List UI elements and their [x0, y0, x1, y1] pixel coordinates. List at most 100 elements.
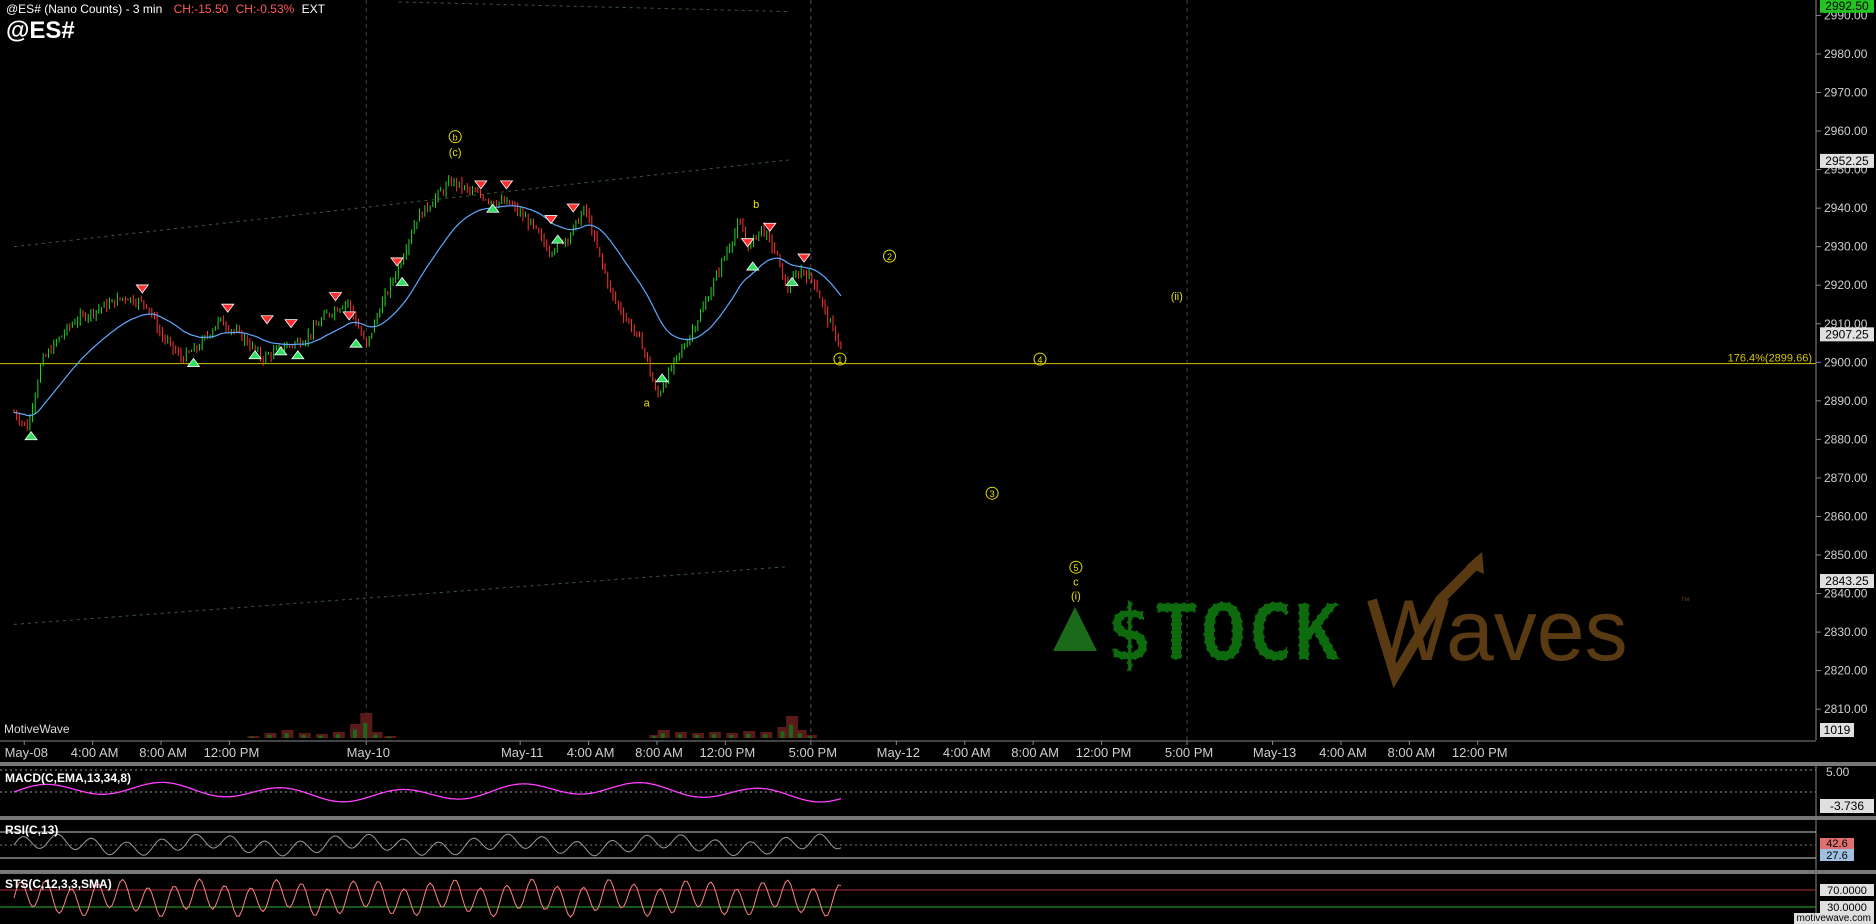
- time-tick-label: 8:00 AM: [635, 745, 683, 760]
- macd-ref-label: 5.00: [1826, 765, 1850, 779]
- volume-bar: [373, 734, 378, 738]
- time-tick-label: 8:00 AM: [1388, 745, 1436, 760]
- time-tick-label: May-11: [501, 745, 543, 760]
- price-chart[interactable]: 176.4%(2899.66) b (c) b a 1 2 (ii) 4 3 5 c (i) $TOC…: [0, 0, 1876, 924]
- time-tick-label: 12:00 PM: [700, 745, 756, 760]
- sell-signal-icon: [566, 203, 580, 213]
- chart-header: @ES# (Nano Counts) - 3 min CH:-15.50 CH:…: [6, 2, 325, 16]
- price-tick-label: 2870.00: [1824, 471, 1868, 485]
- wave-labels: b (c) b a 1 2 (ii) 4 3 5 c (i): [448, 130, 1183, 602]
- panel-separator: [0, 816, 1876, 820]
- sell-signal-icon: [260, 315, 274, 325]
- time-tick-label: May-12: [877, 745, 920, 760]
- buy-signal-icon: [291, 350, 305, 360]
- symbol-label: @ES#: [6, 17, 75, 44]
- wave-label: 3: [990, 489, 995, 499]
- panel-separator: [0, 870, 1876, 874]
- sell-signal-icon: [284, 319, 298, 329]
- wave-label: a: [644, 398, 651, 410]
- time-tick-label: 5:00 PM: [1165, 745, 1213, 760]
- price-tick-label: 2920.00: [1824, 278, 1868, 292]
- buy-signal-icon: [745, 261, 760, 271]
- price-tag-label: 2907.25: [1825, 327, 1869, 341]
- time-tick-label: 8:00 AM: [1011, 745, 1059, 760]
- sell-signal-icon: [763, 222, 777, 232]
- volume-bar: [363, 723, 368, 738]
- signal-markers: [24, 180, 811, 441]
- time-tick-label: 8:00 AM: [139, 745, 187, 760]
- candlesticks: [13, 175, 842, 431]
- logo-triangle-icon: [1053, 607, 1097, 651]
- footer-link[interactable]: motivewave.com: [1793, 913, 1874, 924]
- volume-tag-label: 1019: [1824, 723, 1851, 737]
- logo-trademark: ™: [1680, 596, 1690, 607]
- motivewave-watermark: MotiveWave: [4, 722, 70, 736]
- ema-line: [13, 205, 842, 417]
- price-tick-label: 2970.00: [1824, 86, 1868, 100]
- time-tick-label: 12:00 PM: [1452, 745, 1508, 760]
- sell-signal-icon: [740, 238, 755, 248]
- buy-signal-icon: [24, 430, 38, 441]
- price-tick-label: 2880.00: [1824, 432, 1868, 446]
- trendlines: 176.4%(2899.66): [0, 1, 1816, 625]
- time-tick-label: 4:00 AM: [1319, 745, 1367, 760]
- volume-bar: [318, 735, 323, 738]
- session-badge[interactable]: EXT: [302, 2, 325, 16]
- wave-label: b: [453, 133, 458, 143]
- volume-bar: [353, 729, 357, 738]
- chart-title: @ES# (Nano Counts) - 3 min: [6, 2, 163, 16]
- sell-signal-icon: [474, 180, 488, 190]
- stochastic-label[interactable]: STS(C,12,3,3,SMA): [5, 877, 112, 891]
- price-tick-label: 2930.00: [1824, 240, 1868, 254]
- volume-bar: [387, 736, 392, 738]
- wave-label: (ii): [1171, 291, 1183, 303]
- volume-bar: [746, 733, 751, 738]
- sell-signal-icon: [544, 215, 558, 225]
- volume-bar: [267, 735, 272, 738]
- macd-tag-label: -3.736: [1830, 799, 1864, 813]
- time-tick-label: 4:00 AM: [943, 745, 991, 760]
- price-tick-label: 2820.00: [1824, 664, 1868, 678]
- volume-bar: [797, 733, 802, 738]
- wave-label: b: [753, 199, 759, 211]
- time-tick-label: May-08: [5, 745, 48, 760]
- macd-label[interactable]: MACD(C,EMA,13,34,8): [5, 771, 131, 785]
- volume-bar: [729, 735, 734, 738]
- sell-signal-icon: [220, 303, 235, 313]
- time-tick-label: May-13: [1253, 745, 1296, 760]
- wave-label: (i): [1071, 590, 1081, 602]
- price-tag-label: 2843.25: [1825, 574, 1869, 588]
- trendline: [13, 159, 789, 248]
- price-tick-label: 2960.00: [1824, 124, 1868, 138]
- time-tick-label: May-10: [347, 745, 390, 760]
- change-percent: CH:-0.53%: [235, 2, 295, 16]
- time-tick-label: 12:00 PM: [204, 745, 260, 760]
- price-tick-label: 2830.00: [1824, 625, 1868, 639]
- rsi-label[interactable]: RSI(C,13): [5, 823, 58, 837]
- buy-signal-icon: [186, 357, 201, 367]
- trendline: [13, 566, 789, 625]
- indicator-panels: 5.00-3.73642.627.670.000030.0000: [0, 762, 1876, 924]
- rsi-tag-top-label: 42.6: [1826, 838, 1847, 850]
- wave-label: 4: [1037, 355, 1042, 365]
- volume-bar: [712, 734, 717, 738]
- buy-signal-icon: [550, 234, 565, 244]
- buy-signal-icon: [349, 338, 363, 348]
- price-tick-label: 2940.00: [1824, 201, 1868, 215]
- volume-bar: [677, 734, 682, 738]
- time-tick-label: 5:00 PM: [789, 745, 837, 760]
- time-tick-label: 12:00 PM: [1076, 745, 1132, 760]
- volume-bar: [807, 736, 812, 738]
- price-tag-label: 2992.50: [1825, 0, 1869, 13]
- stoch-tag-top-label: 70.0000: [1827, 885, 1867, 897]
- volume-bar: [284, 733, 289, 738]
- volume-bar: [301, 735, 306, 738]
- volume-bar: [335, 734, 340, 738]
- price-tick-label: 2840.00: [1824, 587, 1868, 601]
- volume-bar: [652, 736, 657, 738]
- price-tick-label: 2980.00: [1824, 47, 1868, 61]
- stockwaves-logo: $TOCK Waves ™: [1053, 552, 1690, 689]
- rsi-tag-label: 27.6: [1826, 850, 1847, 862]
- trendline: [398, 1, 789, 13]
- stoch-line: [13, 878, 842, 918]
